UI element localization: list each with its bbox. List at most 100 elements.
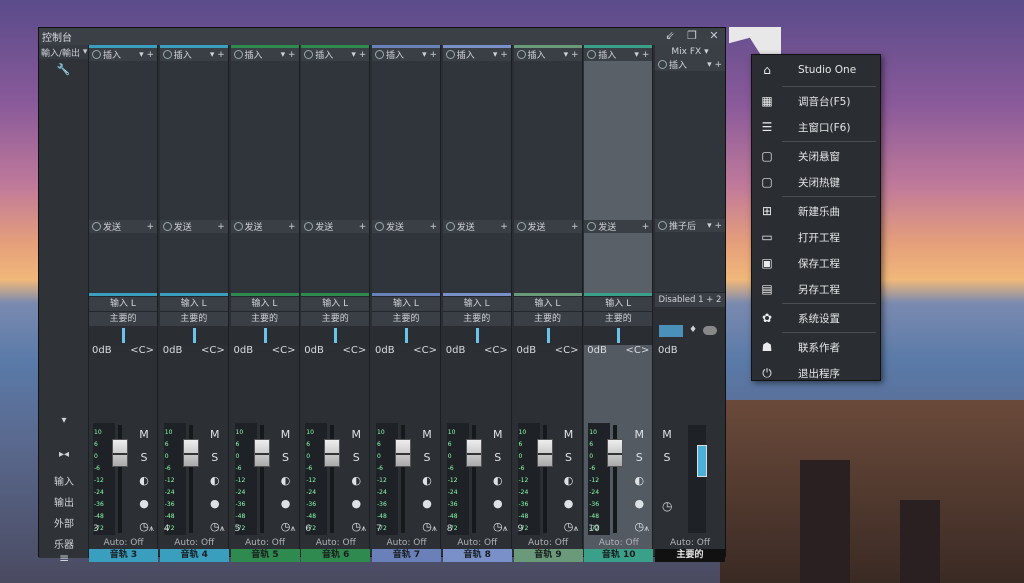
input-selector[interactable]: 输入 L <box>301 296 370 311</box>
mute-button[interactable]: M <box>629 423 649 446</box>
pan-center[interactable]: <C> <box>130 345 154 359</box>
close-icon[interactable]: ✕ <box>707 29 721 43</box>
power-icon[interactable] <box>445 222 455 231</box>
input-selector[interactable]: 输入 L <box>442 296 511 311</box>
send-header[interactable]: 发送 + <box>230 220 299 233</box>
power-icon[interactable] <box>587 50 597 59</box>
volume-fader[interactable] <box>465 439 482 467</box>
insert-header[interactable]: 插入 ▾ + <box>89 48 157 61</box>
power-icon[interactable] <box>162 50 172 59</box>
insert-header[interactable]: 插入 ▾ + <box>159 48 228 61</box>
solo-button[interactable]: S <box>488 446 508 469</box>
channel-name[interactable]: 音轨 10 <box>584 549 654 562</box>
channel-strip[interactable]: 插入 ▾ + 发送 + 输入 L 主要的 0dB <C> 10 6 0 -6 -12 -24 -3… <box>230 45 300 562</box>
monitor-icon[interactable]: ◐ <box>205 469 225 492</box>
pan-center[interactable]: <C> <box>626 345 650 359</box>
channel-strip[interactable]: 插入 ▾ + 发送 + 输入 L 主要的 0dB <C> 10 6 0 -6 -12 -24 -3… <box>584 45 654 562</box>
waveform-icon[interactable]: ⩚ <box>220 523 225 536</box>
pan-center[interactable]: <C> <box>272 345 296 359</box>
record-icon[interactable]: ● <box>346 492 366 515</box>
automation-mode[interactable]: Auto: Off <box>443 537 512 549</box>
output-selector[interactable]: 主要的 <box>230 311 299 326</box>
channel-name[interactable]: 音轨 5 <box>230 549 300 562</box>
mic-icon[interactable]: ♦ <box>689 325 697 335</box>
mix-fx-selector[interactable]: Mix FX ▾ <box>655 45 725 58</box>
clock-icon[interactable]: ◷ <box>662 499 672 513</box>
expand-icon[interactable]: ▾ <box>39 415 89 426</box>
input-selector[interactable]: 输入 L <box>89 296 157 311</box>
channel-strip[interactable]: 插入 ▾ + 发送 + 输入 L 主要的 0dB <C> 10 6 0 -6 -12 -24 -3… <box>301 45 371 562</box>
waveform-icon[interactable]: ⩚ <box>432 523 437 536</box>
send-header[interactable]: 发送 + <box>301 220 370 233</box>
wrench-icon[interactable]: 🔧 <box>39 63 88 76</box>
power-icon[interactable] <box>587 222 597 231</box>
menu-item[interactable]: ☗ 联系作者 <box>752 334 880 360</box>
monitor-icon[interactable]: ◐ <box>559 469 579 492</box>
send-header[interactable]: 发送 + <box>442 220 511 233</box>
automation-mode[interactable]: Auto: Off <box>89 537 158 549</box>
bus-fader[interactable] <box>697 445 707 477</box>
toggle-icon[interactable] <box>703 326 717 335</box>
menu-item[interactable]: ⊞ 新建乐曲 <box>752 198 880 224</box>
solo-button[interactable]: S <box>205 446 225 469</box>
insert-slot[interactable] <box>513 61 582 220</box>
insert-slot[interactable] <box>301 61 370 220</box>
power-icon[interactable] <box>92 50 101 59</box>
solo-button[interactable]: S <box>346 446 366 469</box>
bus-insert-slot[interactable] <box>655 71 725 219</box>
input-selector[interactable]: 输入 L <box>230 296 299 311</box>
mute-button[interactable]: M <box>417 423 437 446</box>
record-icon[interactable]: ● <box>629 492 649 515</box>
menu-title[interactable]: ⌂ Studio One <box>752 55 880 85</box>
pan-control[interactable] <box>301 326 370 345</box>
channel-name[interactable]: 音轨 7 <box>372 549 441 562</box>
output-selector[interactable]: 主要的 <box>89 311 157 326</box>
monitor-icon[interactable]: ◐ <box>629 469 649 492</box>
send-slot[interactable] <box>159 233 228 293</box>
input-selector[interactable]: 输入 L <box>159 296 228 311</box>
volume-fader[interactable] <box>395 439 411 467</box>
pan-control[interactable] <box>159 326 228 345</box>
automation-mode[interactable]: Auto: Off <box>372 537 441 549</box>
insert-header[interactable]: 插入 ▾ + <box>372 48 440 61</box>
insert-slot[interactable] <box>89 61 157 220</box>
send-header[interactable]: 发送 + <box>372 220 440 233</box>
send-header[interactable]: 发送 + <box>159 220 228 233</box>
output-selector[interactable]: 主要的 <box>513 311 582 326</box>
record-icon[interactable]: ● <box>488 492 508 515</box>
output-selector[interactable]: 主要的 <box>372 311 440 326</box>
send-slot[interactable] <box>230 233 299 293</box>
bus-output-selector[interactable]: Disabled 1 + 2 <box>655 292 725 307</box>
bus-send-slot[interactable] <box>655 232 725 292</box>
power-icon[interactable] <box>658 221 667 230</box>
collapse-icon[interactable]: ⇙ <box>663 29 677 43</box>
channel-name[interactable]: 音轨 9 <box>513 549 583 562</box>
output-selector[interactable]: 主要的 <box>584 311 653 326</box>
waveform-icon[interactable]: ⩚ <box>503 523 508 536</box>
monitor-icon[interactable]: ◐ <box>488 469 508 492</box>
solo-button[interactable]: S <box>276 446 296 469</box>
pan-center[interactable]: <C> <box>201 345 225 359</box>
record-icon[interactable]: ● <box>417 492 437 515</box>
list-icon[interactable]: ≡ <box>39 551 89 565</box>
insert-header[interactable]: 插入 ▾ + <box>230 48 299 61</box>
pan-control[interactable] <box>372 326 440 345</box>
power-icon[interactable] <box>516 222 526 231</box>
insert-slot[interactable] <box>442 61 511 220</box>
nav-external[interactable]: 外部 <box>39 515 89 530</box>
menu-item[interactable]: ⏻ 退出程序 <box>752 360 880 386</box>
mute-button[interactable]: M <box>488 423 508 446</box>
power-icon[interactable] <box>162 222 172 231</box>
channel-strip[interactable]: 插入 ▾ + 发送 + 输入 L 主要的 0dB <C> 10 6 0 -6 -12 -24 -3… <box>372 45 441 562</box>
insert-header[interactable]: 插入 ▾ + <box>442 48 511 61</box>
pan-center[interactable]: <C> <box>413 345 437 359</box>
volume-fader[interactable] <box>607 439 624 467</box>
nav-output[interactable]: 输出 <box>39 494 89 509</box>
channel-strip[interactable]: 插入 ▾ + 发送 + 输入 L 主要的 0dB <C> 10 6 0 -6 -12 -24 -3… <box>442 45 512 562</box>
nav-instrument[interactable]: 乐器 <box>39 536 89 551</box>
mute-button[interactable]: M <box>657 423 677 446</box>
send-header[interactable]: 发送 + <box>89 220 157 233</box>
channel-strip[interactable]: 插入 ▾ + 发送 + 输入 L 主要的 0dB <C> 10 6 0 -6 -12 -24 -3… <box>89 45 158 562</box>
waveform-icon[interactable]: ⩚ <box>644 523 649 536</box>
channel-name[interactable]: 音轨 8 <box>442 549 512 562</box>
